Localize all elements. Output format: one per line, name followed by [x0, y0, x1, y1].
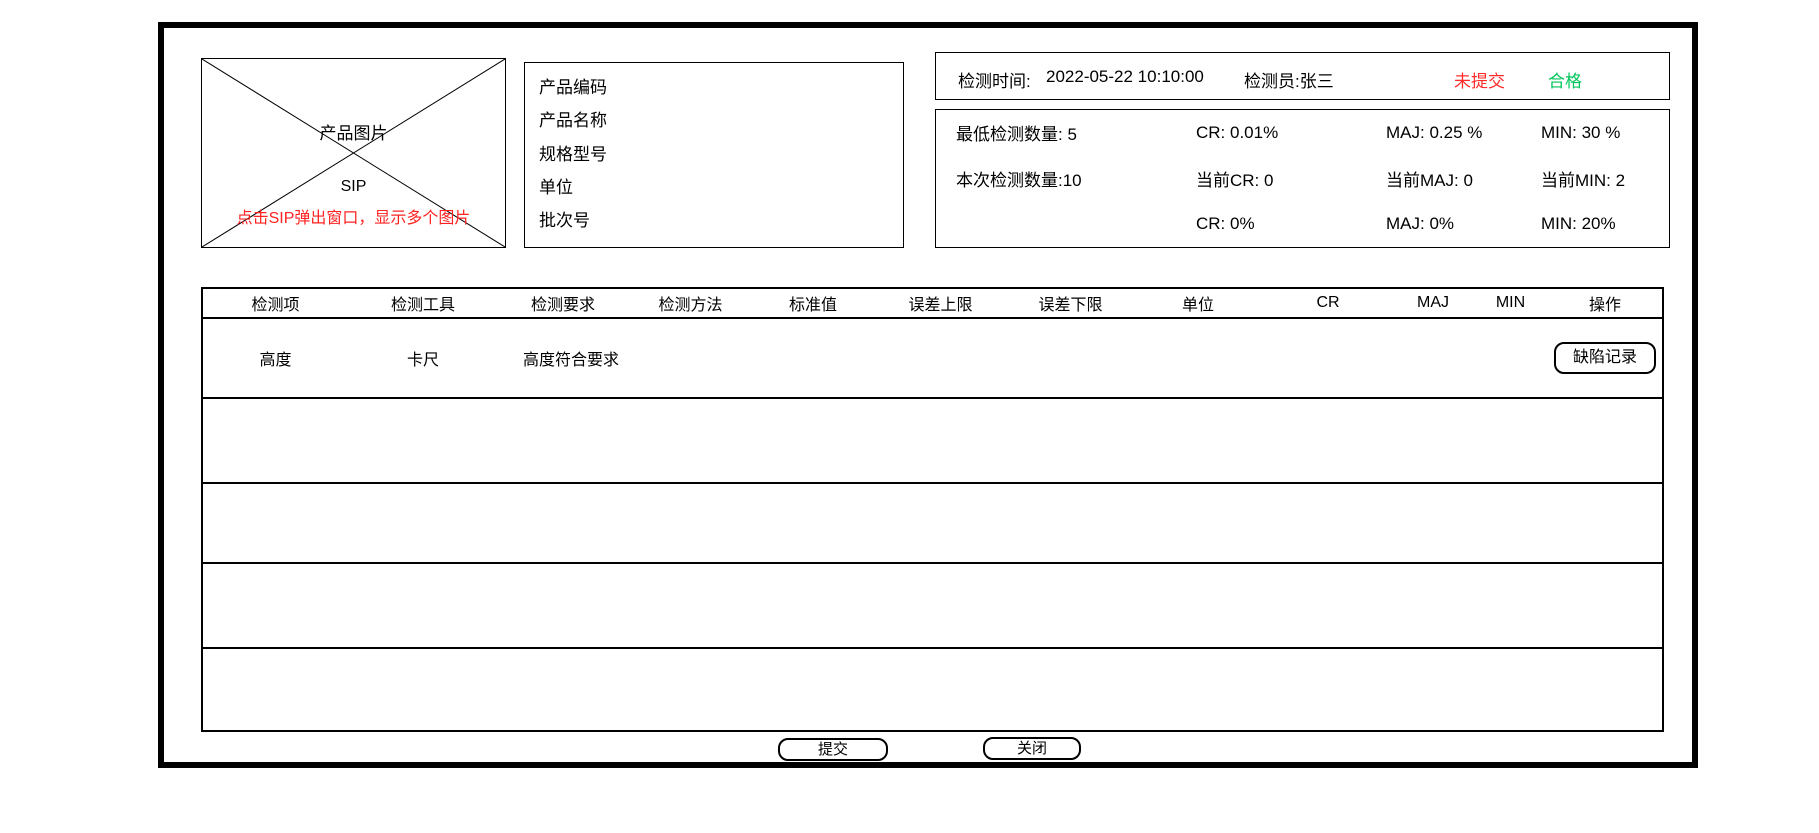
inspection-time-label: 检测时间:	[958, 67, 1031, 92]
col-header-lower-tolerance: 误差下限	[1008, 291, 1133, 315]
cr-limit: CR: 0.01%	[1196, 123, 1386, 143]
submit-status-badge: 未提交	[1454, 67, 1505, 92]
col-header-cr: CR	[1263, 294, 1393, 312]
spec-model-label: 规格型号	[539, 140, 903, 165]
col-header-method: 检测方法	[628, 291, 753, 315]
product-code-label: 产品编码	[539, 73, 903, 98]
unit-label: 单位	[539, 173, 903, 198]
col-header-tool: 检测工具	[348, 291, 498, 315]
inspection-time-value: 2022-05-22 10:10:00	[1046, 67, 1204, 87]
col-header-action: 操作	[1548, 291, 1662, 315]
close-button[interactable]: 关闭	[983, 737, 1081, 760]
row-item-value: 高度	[203, 346, 348, 370]
col-header-unit: 单位	[1133, 291, 1263, 315]
inspector-label: 检测员:张三	[1244, 67, 1334, 92]
col-header-requirement: 检测要求	[498, 291, 628, 315]
inspection-table-header: 检测项 检测工具 检测要求 检测方法 标准值 误差上限 误差下限 单位 CR M…	[203, 289, 1662, 319]
table-empty-row	[203, 484, 1662, 564]
product-image-label: 产品图片	[202, 119, 505, 144]
batch-no-label: 批次号	[539, 206, 903, 231]
table-row[interactable]: 高度 卡尺 高度符合要求 缺陷记录	[203, 319, 1662, 399]
inspection-header-panel: 检测时间: 2022-05-22 10:10:00 检测员:张三 未提交 合格	[935, 52, 1670, 100]
current-maj: 当前MAJ: 0	[1386, 166, 1541, 191]
maj-limit: MAJ: 0.25 %	[1386, 123, 1541, 143]
product-image-placeholder[interactable]: 产品图片 SIP 点击SIP弹出窗口，显示多个图片	[201, 58, 506, 248]
inspection-table: 检测项 检测工具 检测要求 检测方法 标准值 误差上限 误差下限 单位 CR M…	[201, 287, 1664, 732]
defect-record-button[interactable]: 缺陷记录	[1554, 342, 1656, 374]
sip-note: 点击SIP弹出窗口，显示多个图片	[202, 204, 505, 228]
row-tool-value: 卡尺	[348, 346, 498, 370]
product-name-label: 产品名称	[539, 106, 903, 131]
sip-link[interactable]: SIP	[202, 178, 505, 196]
row-action-cell: 缺陷记录	[1548, 342, 1662, 374]
current-cr: 当前CR: 0	[1196, 166, 1386, 191]
table-empty-row	[203, 564, 1662, 649]
current-min: 当前MIN: 2	[1541, 166, 1669, 191]
min-limit: MIN: 30 %	[1541, 123, 1669, 143]
current-inspect-qty: 本次检测数量:10	[956, 166, 1196, 191]
col-header-min: MIN	[1473, 294, 1548, 312]
col-header-maj: MAJ	[1393, 294, 1473, 312]
product-info-panel: 产品编码 产品名称 规格型号 单位 批次号	[524, 62, 904, 248]
min-inspect-qty: 最低检测数量: 5	[956, 120, 1196, 145]
min-rate: MIN: 20%	[1541, 214, 1669, 234]
window-frame: 产品图片 SIP 点击SIP弹出窗口，显示多个图片 产品编码 产品名称 规格型号…	[158, 22, 1698, 768]
col-header-upper-tolerance: 误差上限	[873, 291, 1008, 315]
col-header-item: 检测项	[203, 291, 348, 315]
result-status-badge: 合格	[1548, 67, 1582, 92]
row-requirement-value: 高度符合要求	[498, 346, 628, 370]
inspection-stats-panel: 最低检测数量: 5 CR: 0.01% MAJ: 0.25 % MIN: 30 …	[935, 109, 1670, 248]
cr-rate: CR: 0%	[1196, 214, 1386, 234]
table-empty-row	[203, 649, 1662, 734]
maj-rate: MAJ: 0%	[1386, 214, 1541, 234]
table-empty-row	[203, 399, 1662, 484]
submit-button[interactable]: 提交	[778, 738, 888, 761]
inspection-dialog-canvas: 产品图片 SIP 点击SIP弹出窗口，显示多个图片 产品编码 产品名称 规格型号…	[0, 0, 1819, 833]
col-header-standard: 标准值	[753, 291, 873, 315]
